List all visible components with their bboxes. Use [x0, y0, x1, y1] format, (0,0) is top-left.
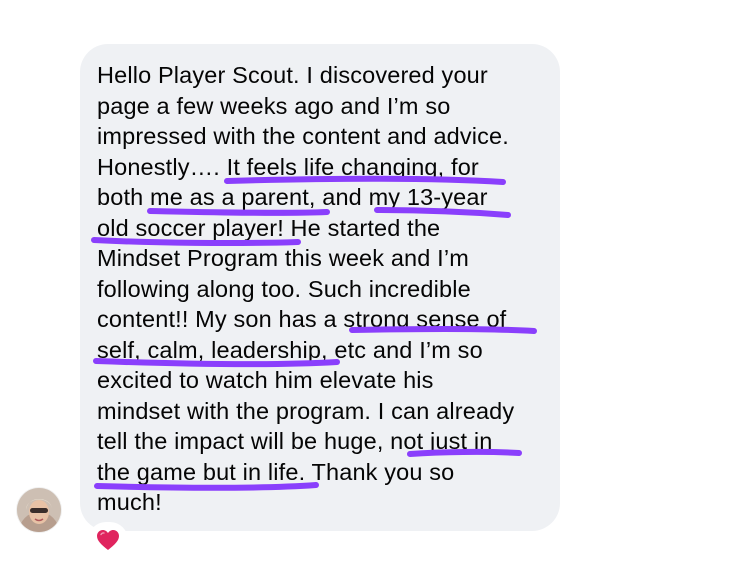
message-line: impressed with the content and advice.: [97, 123, 509, 149]
profile-photo-icon: [17, 488, 61, 532]
message-line: mindset with the program. I can already: [97, 397, 515, 424]
message-line: self, calm, leadership, etc and I’m so: [97, 336, 483, 363]
message-line: the game but in life. Thank you so: [97, 458, 455, 485]
red-heart-icon: [97, 530, 119, 550]
heart-reaction[interactable]: [88, 522, 128, 558]
message-line: Hello Player Scout. I discovered your: [97, 62, 488, 88]
message-line: content!! My son has a strong sense of: [97, 306, 507, 332]
message-line: following along too. Such incredible: [97, 275, 471, 302]
message-line: old soccer player! He started the: [97, 214, 441, 241]
sender-avatar[interactable]: [17, 488, 61, 532]
message-line: page a few weeks ago and I’m so: [97, 92, 451, 119]
message-line: Honestly…. It feels life changing, for: [97, 153, 479, 180]
message-line: tell the impact will be huge, not just i…: [97, 428, 493, 454]
message-line: Mindset Program this week and I’m: [97, 245, 469, 271]
message-line: both me as a parent, and my 13-year: [97, 184, 488, 210]
message-line: excited to watch him elevate his: [97, 367, 434, 393]
message-line: much!: [97, 489, 162, 515]
message-text: Hello Player Scout. I discovered your pa…: [97, 60, 514, 518]
